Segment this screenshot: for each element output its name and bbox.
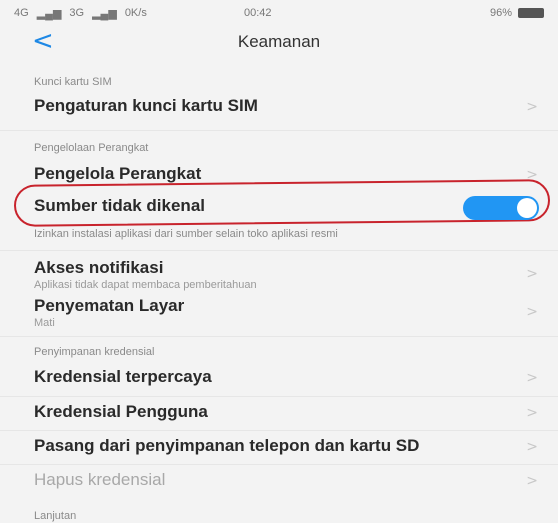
divider xyxy=(0,336,558,337)
user-cred-label: Kredensial Pengguna xyxy=(34,402,208,421)
status-bar: 4G ▂▄▆ 3G ▂▄▆ 0K/s 00:42 96% xyxy=(0,0,558,26)
chevron-right-icon: > xyxy=(526,304,538,320)
toggle-knob xyxy=(517,198,537,218)
sim-lock-item[interactable]: Pengaturan kunci kartu SIM > xyxy=(0,96,558,116)
clear-cred-label: Hapus kredensial xyxy=(34,470,166,489)
screen-pin-label: Penyematan Layar xyxy=(34,296,185,315)
section-device: Pengelolaan Perangkat xyxy=(34,142,149,154)
notif-access-label: Akses notifikasi xyxy=(34,258,164,277)
unknown-sources-toggle[interactable] xyxy=(463,196,539,220)
battery-percent: 96% xyxy=(489,7,512,19)
chevron-right-icon: > xyxy=(526,370,538,386)
unknown-sources-label: Sumber tidak dikenal xyxy=(34,196,205,215)
speed-indicator: 0K/s xyxy=(124,7,147,19)
page-title: Keamanan xyxy=(237,32,321,51)
section-advanced: Lanjutan xyxy=(34,510,77,522)
notif-access-item[interactable]: Akses notifikasi Aplikasi tidak dapat me… xyxy=(0,258,558,291)
trusted-cred-label: Kredensial terpercaya xyxy=(34,367,212,386)
divider xyxy=(0,250,558,251)
user-cred-item[interactable]: Kredensial Pengguna > xyxy=(0,402,558,422)
chevron-right-icon: > xyxy=(526,439,538,455)
clear-cred-item: Hapus kredensial > xyxy=(0,470,558,490)
screen-pin-item[interactable]: Penyematan Layar Mati > xyxy=(0,296,558,329)
divider xyxy=(0,464,558,465)
network-indicator-2: 3G xyxy=(69,7,85,19)
trusted-cred-item[interactable]: Kredensial terpercaya > xyxy=(0,367,558,387)
signal-icon: ▂▄▆ xyxy=(92,7,117,20)
unknown-sources-desc: Izinkan instalasi aplikasi dari sumber s… xyxy=(34,228,338,240)
network-indicator-1: 4G xyxy=(14,7,29,19)
section-sim: Kunci kartu SIM xyxy=(34,76,112,88)
title-bar: < Keamanan xyxy=(0,26,558,58)
install-sd-item[interactable]: Pasang dari penyimpanan telepon dan kart… xyxy=(0,436,558,456)
screen-pin-sub: Mati xyxy=(34,317,55,329)
clock: 00:42 xyxy=(244,7,272,19)
back-icon[interactable]: < xyxy=(32,28,54,54)
sim-lock-label: Pengaturan kunci kartu SIM xyxy=(34,96,258,115)
divider xyxy=(0,396,558,397)
chevron-right-icon: > xyxy=(526,266,538,282)
install-sd-label: Pasang dari penyimpanan telepon dan kart… xyxy=(34,436,420,455)
chevron-right-icon: > xyxy=(526,405,538,421)
chevron-right-icon: > xyxy=(526,473,538,489)
signal-icon: ▂▄▆ xyxy=(36,7,62,20)
section-credential: Penyimpanan kredensial xyxy=(34,346,155,358)
divider xyxy=(0,130,558,131)
battery-icon xyxy=(518,8,544,18)
chevron-right-icon: > xyxy=(526,99,538,115)
divider xyxy=(0,430,558,431)
notif-access-sub: Aplikasi tidak dapat membaca pemberitahu… xyxy=(34,279,257,291)
